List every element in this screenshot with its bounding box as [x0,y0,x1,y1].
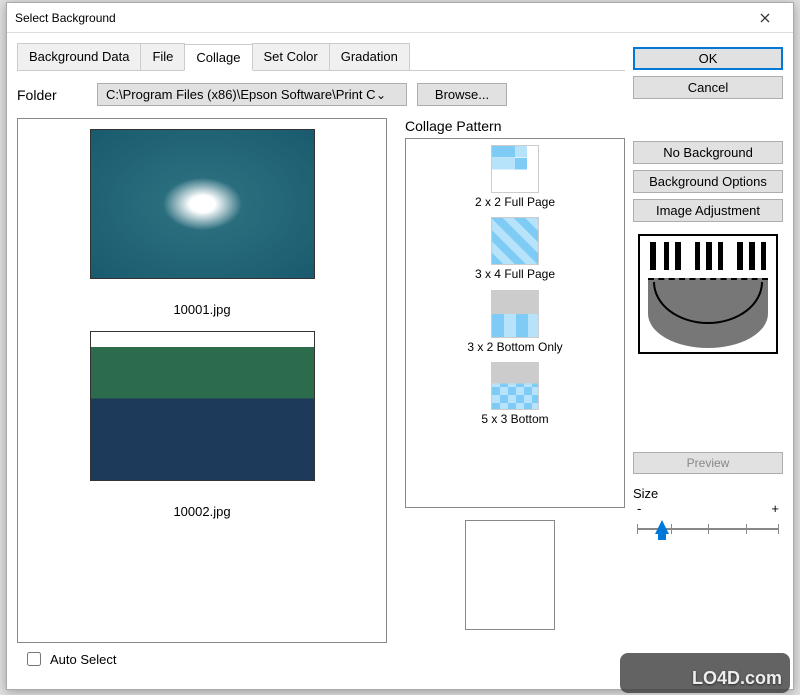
size-label: Size [633,486,783,501]
size-minus-label: - [637,501,641,516]
pattern-swatch-icon [491,145,539,193]
size-plus-label: + [771,501,779,516]
browse-button[interactable]: Browse... [417,83,507,106]
no-background-button[interactable]: No Background [633,141,783,164]
collage-pattern-column: Collage Pattern 2 x 2 Full Page 3 x 4 Fu… [405,118,625,679]
close-button[interactable] [745,4,785,32]
close-icon [760,13,770,23]
tab-background-data[interactable]: Background Data [17,43,141,70]
thumbnail-filename: 10002.jpg [28,504,376,519]
right-pane: OK Cancel No Background Background Optio… [633,43,783,679]
thumbnail-image [90,129,315,279]
dialog-content: Background Data File Collage Set Color G… [7,33,793,689]
tab-set-color[interactable]: Set Color [252,43,330,70]
tab-strip: Background Data File Collage Set Color G… [17,43,625,71]
auto-select-row: Auto Select [23,649,387,669]
background-options-button[interactable]: Background Options [633,170,783,193]
pattern-name: 3 x 2 Bottom Only [408,340,622,354]
tab-file[interactable]: File [140,43,185,70]
pattern-name: 5 x 3 Bottom [408,412,622,426]
auto-select-checkbox[interactable] [27,652,41,666]
folder-label: Folder [17,87,87,103]
pattern-name: 3 x 4 Full Page [408,267,622,281]
image-adjustment-button[interactable]: Image Adjustment [633,199,783,222]
list-item[interactable]: 2 x 2 Full Page [408,145,622,209]
list-item[interactable]: 3 x 2 Bottom Only [408,290,622,354]
folder-dropdown[interactable]: C:\Program Files (x86)\Epson Software\Pr… [97,83,407,106]
tab-collage[interactable]: Collage [184,44,252,71]
collage-pattern-label: Collage Pattern [405,118,625,134]
folder-row: Folder C:\Program Files (x86)\Epson Soft… [17,83,625,106]
titlebar: Select Background [7,3,793,33]
list-item[interactable]: 10002.jpg [28,331,376,519]
left-pane: Background Data File Collage Set Color G… [17,43,625,679]
preview-button[interactable]: Preview [633,452,783,474]
pattern-name: 2 x 2 Full Page [408,195,622,209]
pattern-preview-box [465,520,555,630]
pattern-swatch-icon [491,290,539,338]
folder-path-value: C:\Program Files (x86)\Epson Software\Pr… [106,87,376,102]
main-row: 10001.jpg 10002.jpg Auto Select Collage … [17,118,625,679]
size-slider[interactable] [633,518,783,542]
window-title: Select Background [15,11,745,25]
select-background-dialog: Select Background Background Data File C… [6,2,794,690]
cd-preview-graphic [638,234,778,354]
pattern-swatch-icon [491,362,539,410]
list-item[interactable]: 5 x 3 Bottom [408,362,622,426]
ok-button[interactable]: OK [633,47,783,70]
cancel-button[interactable]: Cancel [633,76,783,99]
collage-pattern-list[interactable]: 2 x 2 Full Page 3 x 4 Full Page 3 x 2 Bo… [405,138,625,508]
list-item[interactable]: 10001.jpg [28,129,376,317]
thumbnail-image [90,331,315,481]
pattern-swatch-icon [491,217,539,265]
tab-gradation[interactable]: Gradation [329,43,410,70]
list-item[interactable]: 3 x 4 Full Page [408,217,622,281]
slider-thumb-icon [655,520,669,534]
size-block: Size - + [633,486,783,542]
thumbnail-list[interactable]: 10001.jpg 10002.jpg [17,118,387,643]
auto-select-label: Auto Select [50,652,117,667]
thumbnail-filename: 10001.jpg [28,302,376,317]
